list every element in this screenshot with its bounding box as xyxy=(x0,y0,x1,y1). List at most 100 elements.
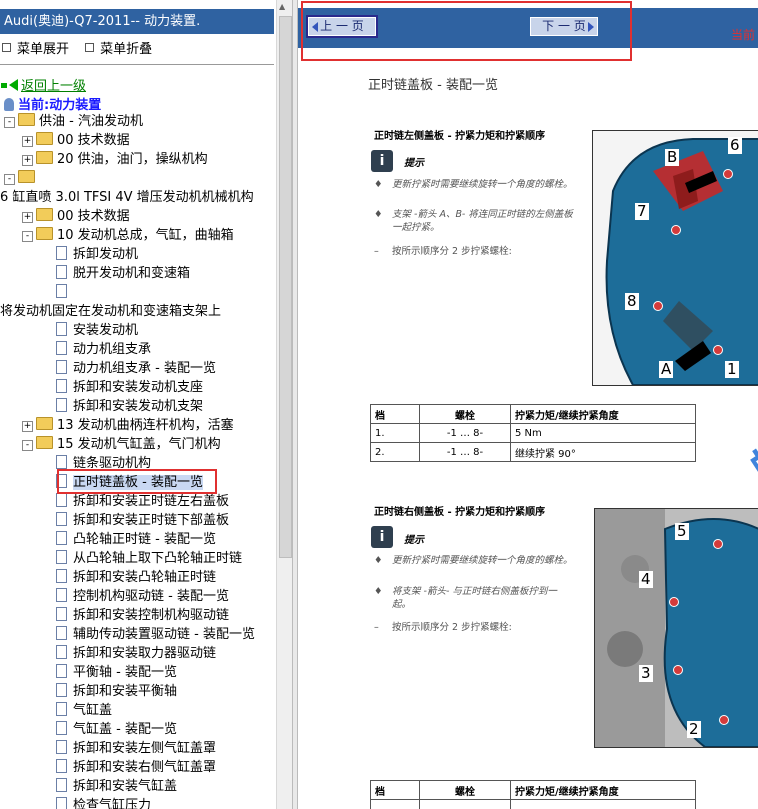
section2-torque-table: 档 螺栓 拧紧力矩/继续拧紧角度 xyxy=(370,780,696,809)
bolt-marker xyxy=(723,169,733,179)
current-location: 当前:动力装置 xyxy=(4,94,101,113)
tree-item[interactable]: 拆卸和安装正时链下部盖板 xyxy=(40,511,229,530)
bullet-text: 更新拧紧时需要继续旋转一个角度的螺栓。 xyxy=(392,555,573,566)
tree-item[interactable]: 拆卸和安装左侧气缸盖罩 xyxy=(40,739,216,758)
page-icon xyxy=(56,721,67,735)
bolt-marker xyxy=(671,225,681,235)
page-icon xyxy=(56,759,67,773)
page-icon xyxy=(56,550,67,564)
tree-item[interactable]: 从凸轮轴上取下凸轮轴正时链 xyxy=(40,549,242,568)
collapse-icon[interactable]: - xyxy=(4,174,15,185)
tree-folder[interactable]: - 15 发动机气缸盖，气门机构 xyxy=(22,435,221,454)
table-cell: 2. xyxy=(370,442,420,462)
figure-right-cover: 5 4 3 2 xyxy=(594,508,758,748)
scroll-up-icon[interactable]: ▲ xyxy=(279,2,285,11)
tree-label: 动力机组支承 - 装配一览 xyxy=(73,361,216,376)
tree-item[interactable]: 拆卸和安装发动机支座 xyxy=(40,378,203,397)
tree-item[interactable]: 拆卸和安装平衡轴 xyxy=(40,682,177,701)
bolt-marker xyxy=(713,539,723,549)
tree-folder[interactable]: - xyxy=(4,169,39,188)
tree-item[interactable]: 拆卸和安装凸轮轴正时链 xyxy=(40,568,216,587)
collapse-icon[interactable]: - xyxy=(22,231,33,242)
tree-folder[interactable]: - 供油 - 汽油发动机 xyxy=(4,112,143,131)
tree-item[interactable]: 控制机构驱动链 - 装配一览 xyxy=(40,587,229,606)
page-icon xyxy=(56,455,67,469)
nav-scrollbar[interactable]: ▲ xyxy=(276,0,292,809)
tree-folder[interactable]: +00 技术数据 xyxy=(22,207,130,226)
tree-label: 拆卸和安装平衡轴 xyxy=(73,684,178,699)
tree-label: 拆卸发动机 xyxy=(73,247,139,262)
page-icon xyxy=(56,797,67,809)
tree-label: 辅助传动装置驱动链 - 装配一览 xyxy=(73,627,255,642)
page-icon xyxy=(56,360,67,374)
expand-icon[interactable]: + xyxy=(22,136,33,147)
tree-item[interactable]: 气缸盖 xyxy=(40,701,112,720)
section1-bullet: ♦ 更新拧紧时需要继续旋转一个角度的螺栓。 xyxy=(374,178,574,191)
table-row xyxy=(370,799,696,809)
table-header: 档 xyxy=(370,780,420,800)
tree-item[interactable]: 拆卸和安装取力器驱动链 xyxy=(40,644,216,663)
back-link[interactable]: 返回上一级 xyxy=(1,75,87,94)
page-icon xyxy=(56,626,67,640)
scroll-thumb[interactable] xyxy=(279,16,292,558)
tree-folder[interactable]: +00 技术数据 xyxy=(22,131,130,150)
tree-item[interactable]: 检查气缸压力 xyxy=(40,796,151,809)
expand-icon[interactable]: + xyxy=(22,155,33,166)
bullet-mark: ♦ xyxy=(374,586,383,597)
tree-label: 动力机组支承 xyxy=(73,342,152,357)
bullet-mark: – xyxy=(374,246,379,257)
collapse-icon[interactable]: - xyxy=(4,117,15,128)
figure-label: 8 xyxy=(625,292,639,310)
person-icon xyxy=(4,98,14,111)
tree-item[interactable]: 气缸盖 - 装配一览 xyxy=(40,720,177,739)
figure-label: 4 xyxy=(639,570,653,588)
tree-item[interactable]: 拆卸和安装右侧气缸盖罩 xyxy=(40,758,216,777)
page-icon xyxy=(56,512,67,526)
bullet-text: 更新拧紧时需要继续旋转一个角度的螺栓。 xyxy=(392,179,573,190)
tree-item[interactable]: 动力机组支承 xyxy=(40,340,151,359)
tree-label: 拆卸和安装取力器驱动链 xyxy=(73,646,217,661)
tree-item[interactable]: 拆卸和安装发动机支架 xyxy=(40,397,203,416)
tree-item[interactable]: 拆卸发动机 xyxy=(40,245,138,264)
menu-collapse-button[interactable]: 菜单折叠 xyxy=(85,38,152,57)
expand-icon[interactable]: + xyxy=(22,421,33,432)
expand-icon[interactable]: + xyxy=(22,212,33,223)
section1-step: – 按所示顺序分 2 步拧紧螺栓: xyxy=(374,245,574,258)
tree-label: 供油 - 汽油发动机 xyxy=(39,114,143,129)
tree-item[interactable]: 辅助传动装置驱动链 - 装配一览 xyxy=(40,625,255,644)
page-icon xyxy=(56,246,67,260)
tree-item[interactable]: 动力机组支承 - 装配一览 xyxy=(40,359,216,378)
tree-folder[interactable]: +13 发动机曲柄连杆机构，活塞 xyxy=(22,416,234,435)
tree-folder[interactable]: +20 供油，油门，操纵机构 xyxy=(22,150,208,169)
square-icon xyxy=(85,43,95,52)
current-label-right: 当前 xyxy=(731,28,756,42)
page-icon xyxy=(56,702,67,716)
doc-title: 正时链盖板 - 装配一览 xyxy=(368,78,498,93)
tree-item[interactable] xyxy=(40,283,73,302)
bullet-text: 将支架 -箭头- 与正时链右侧盖板拧到一起。 xyxy=(392,586,557,610)
tree-folder[interactable]: - 10 发动机总成，气缸，曲轴箱 xyxy=(22,226,234,245)
tree-item[interactable]: 平衡轴 - 装配一览 xyxy=(40,663,177,682)
tree-item[interactable]: 拆卸和安装控制机构驱动链 xyxy=(40,606,229,625)
tree-label: 00 技术数据 xyxy=(57,133,130,148)
tree-label: 20 供油，油门，操纵机构 xyxy=(57,152,208,167)
tree-text[interactable]: 将发动机固定在发动机和变速箱支架上 xyxy=(0,302,221,321)
tree-text[interactable]: 6 缸直喷 3.0l TFSI 4V 增压发动机机械机构 xyxy=(0,188,254,207)
tree-label: 平衡轴 - 装配一览 xyxy=(73,665,177,680)
tree-label: 气缸盖 - 装配一览 xyxy=(73,722,177,737)
back-label: 返回上一级 xyxy=(21,79,87,94)
folder-icon xyxy=(36,417,53,430)
tree-item[interactable]: 拆卸和安装正时链左右盖板 xyxy=(40,492,229,511)
tree-item[interactable]: 安装发动机 xyxy=(40,321,138,340)
figure-left-drawing xyxy=(593,131,758,385)
page-icon xyxy=(56,341,67,355)
tree-item[interactable]: 脱开发动机和变速箱 xyxy=(40,264,190,283)
collapse-icon[interactable]: - xyxy=(22,440,33,451)
page-icon xyxy=(56,569,67,583)
tree-item[interactable]: 拆卸和安装气缸盖 xyxy=(40,777,177,796)
page-icon xyxy=(56,683,67,697)
tree-item[interactable]: 凸轮轴正时链 - 装配一览 xyxy=(40,530,216,549)
menu-expand-button[interactable]: 菜单展开 xyxy=(2,38,69,57)
bolt-marker xyxy=(673,665,683,675)
tree-label: 安装发动机 xyxy=(73,323,139,338)
